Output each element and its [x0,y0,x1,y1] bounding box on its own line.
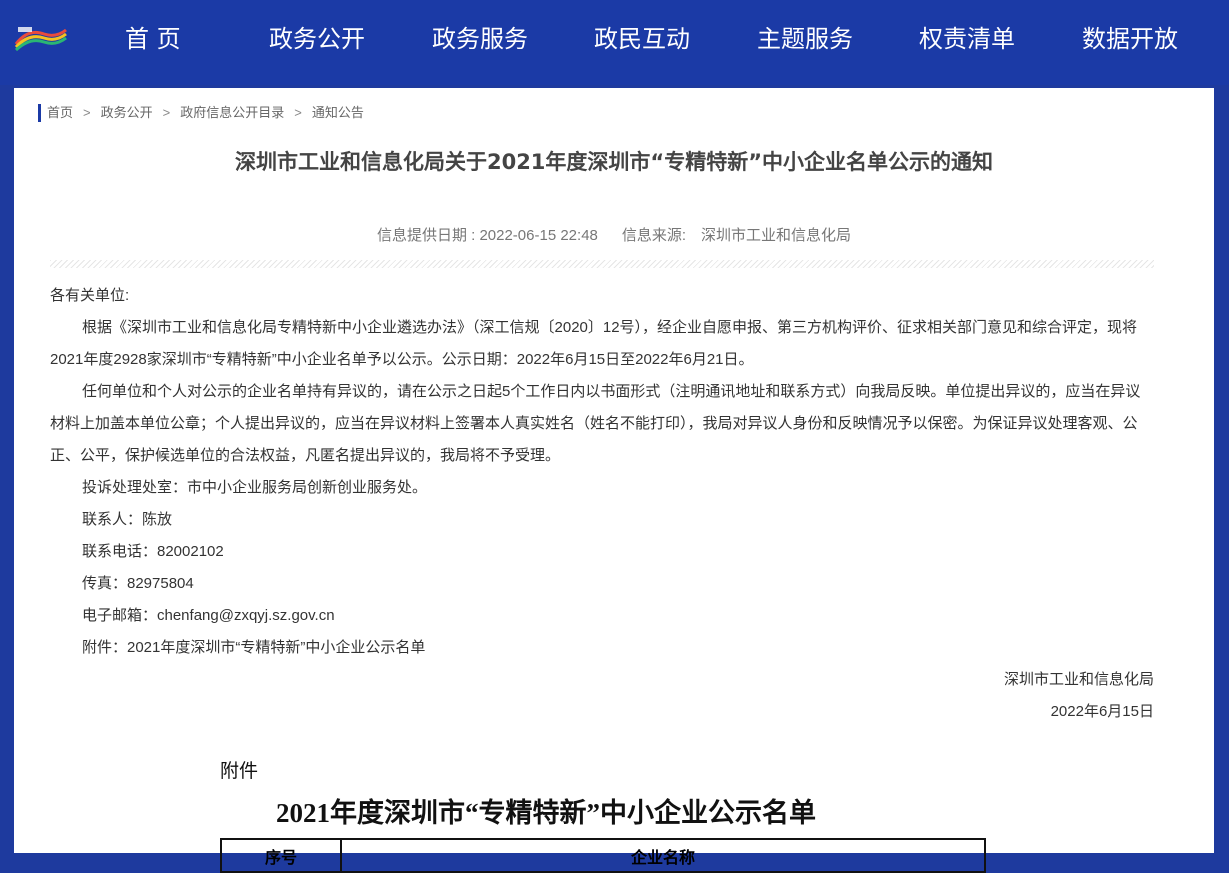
article-body: 各有关单位: 根据《深圳市工业和信息化局专精特新中小企业遴选办法》（深工信规〔2… [50,280,1154,728]
divider [50,260,1154,268]
contact-email: 电子邮箱：chenfang@zxqyj.sz.gov.cn [82,607,335,624]
breadcrumb-separator: > [162,105,171,120]
contact-phone: 联系电话：82002102 [82,543,224,560]
nav-government-affairs-open[interactable]: 政务公开 [269,22,365,56]
contact-person: 联系人：陈放 [82,511,173,528]
breadcrumb-gov-open[interactable]: 政务公开 [101,105,153,120]
contact-fax: 传真：82975804 [82,575,194,592]
attachment-document: 附件 2021年度深圳市“专精特新”中小企业公示名单 序号 企业名称 [220,756,992,873]
publish-date: 信息提供日期 : 2022-06-15 22:48 [376,227,598,244]
nav-power-list[interactable]: 权责清单 [919,22,1015,56]
breadcrumb-separator: > [83,105,91,120]
attachment-link[interactable]: 附件：2021年度深圳市“专精特新”中小企业公示名单 [50,632,1154,664]
paragraph-basis: 根据《深圳市工业和信息化局专精特新中小企业遴选办法》（深工信规〔2020〕12号… [50,319,1138,368]
table-header-row: 序号 企业名称 [220,838,986,873]
enterprise-list-table: 序号 企业名称 [220,838,986,873]
article-meta: 信息提供日期 : 2022-06-15 22:48 信息来源: 深圳市工业和信息化… [14,224,1214,245]
attachment-title: 2021年度深圳市“专精特新”中小企业公示名单 [276,798,816,828]
nav-open-data[interactable]: 数据开放 [1082,22,1178,56]
breadcrumb-home[interactable]: 首页 [47,105,73,120]
attachment-label: 附件 [220,760,259,782]
shenzhen-logo-icon[interactable] [14,24,68,52]
column-header-index: 序号 [220,838,342,873]
salutation: 各有关单位: [50,287,130,304]
nav-home[interactable]: 首 页 [125,22,181,56]
breadcrumb-separator: > [294,105,302,120]
article-title: 深圳市工业和信息化局关于2021年度深圳市“专精特新”中小企业名单公示的通知 [234,150,994,174]
top-navigation-bar: 首 页 政务公开 政务服务 政民互动 主题服务 权责清单 数据开放 [0,0,1229,85]
breadcrumb: 首页 > 政务公开 > 政府信息公开目录 > 通知公告 [38,104,364,122]
nav-government-services[interactable]: 政务服务 [432,22,528,56]
column-header-company-name: 企业名称 [340,838,986,873]
breadcrumb-notices[interactable]: 通知公告 [312,105,364,120]
signature-date: 2022年6月15日 [1050,703,1154,720]
content-panel: 首页 > 政务公开 > 政府信息公开目录 > 通知公告 深圳市工业和信息化局关于2021年度… [14,88,1214,873]
signature-org: 深圳市工业和信息化局 [1003,671,1154,688]
nav-theme-services[interactable]: 主题服务 [757,22,853,56]
paragraph-objection: 任何单位和个人对公示的企业名单持有异议的，请在公示之日起5个工作日内以书面形式（… [50,383,1141,464]
complaint-office: 投诉处理处室：市中小企业服务局创新创业服务处。 [82,479,428,496]
breadcrumb-info-catalog[interactable]: 政府信息公开目录 [180,105,284,120]
nav-public-interaction[interactable]: 政民互动 [594,22,690,56]
info-source: 信息来源: 深圳市工业和信息化局 [621,227,852,244]
